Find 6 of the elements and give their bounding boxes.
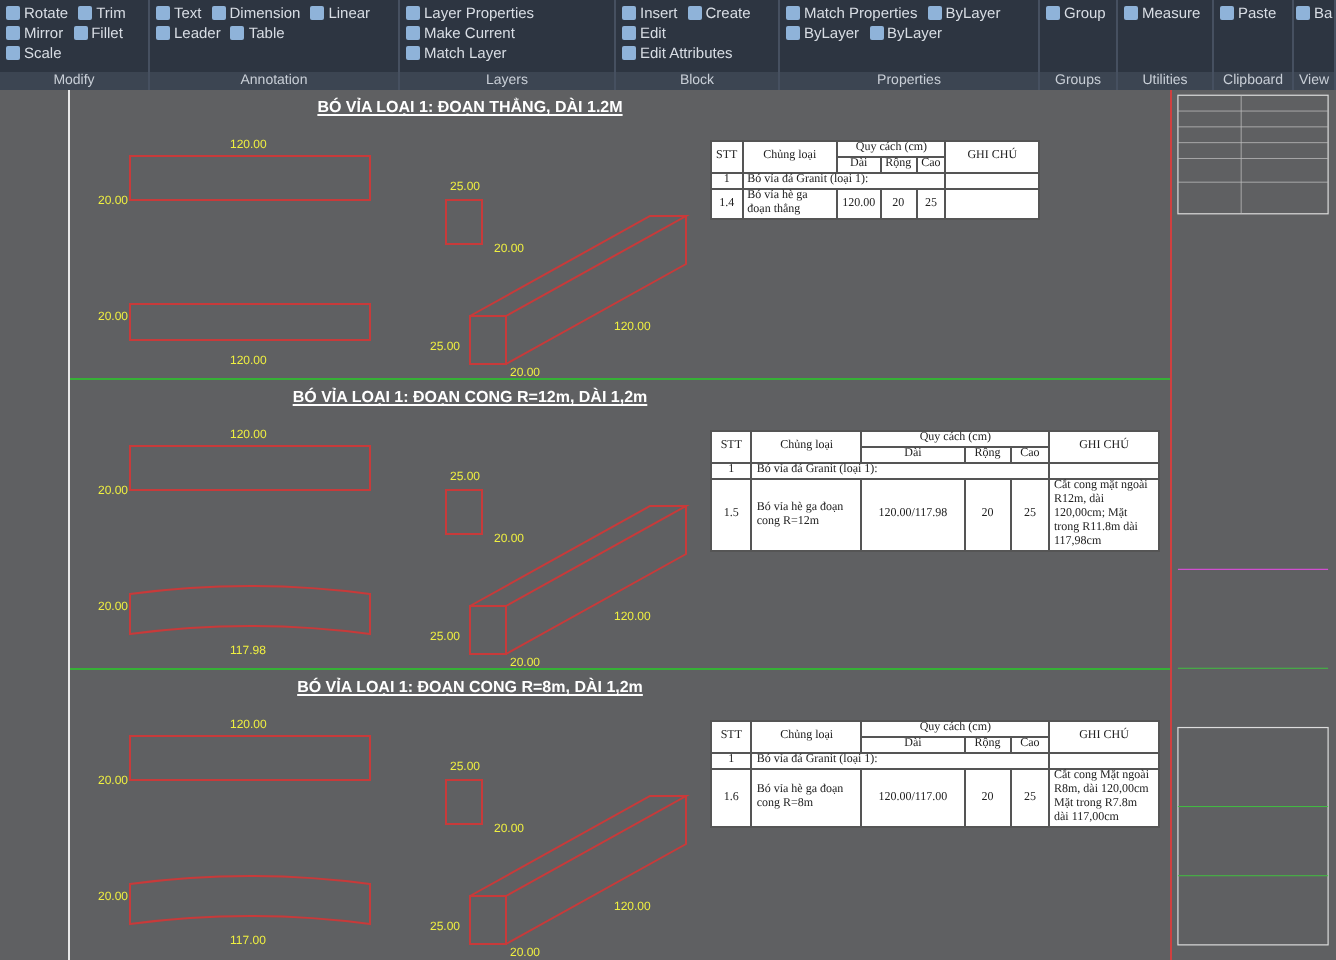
curb-section-view: [445, 779, 483, 825]
section-title: BÓ VỈA LOẠI 1: ĐOẠN THẲNG, DÀI 1.2M: [315, 95, 625, 120]
curb-section-view: [445, 489, 483, 535]
curb-section-view: [445, 199, 483, 245]
section-title: BÓ VỈA LOẠI 1: ĐOẠN CONG R=12m, DÀI 1,2m: [290, 385, 650, 410]
section-title: BÓ VỈA LOẠI 1: ĐOẠN CONG R=8m, DÀI 1,2m: [295, 675, 645, 700]
